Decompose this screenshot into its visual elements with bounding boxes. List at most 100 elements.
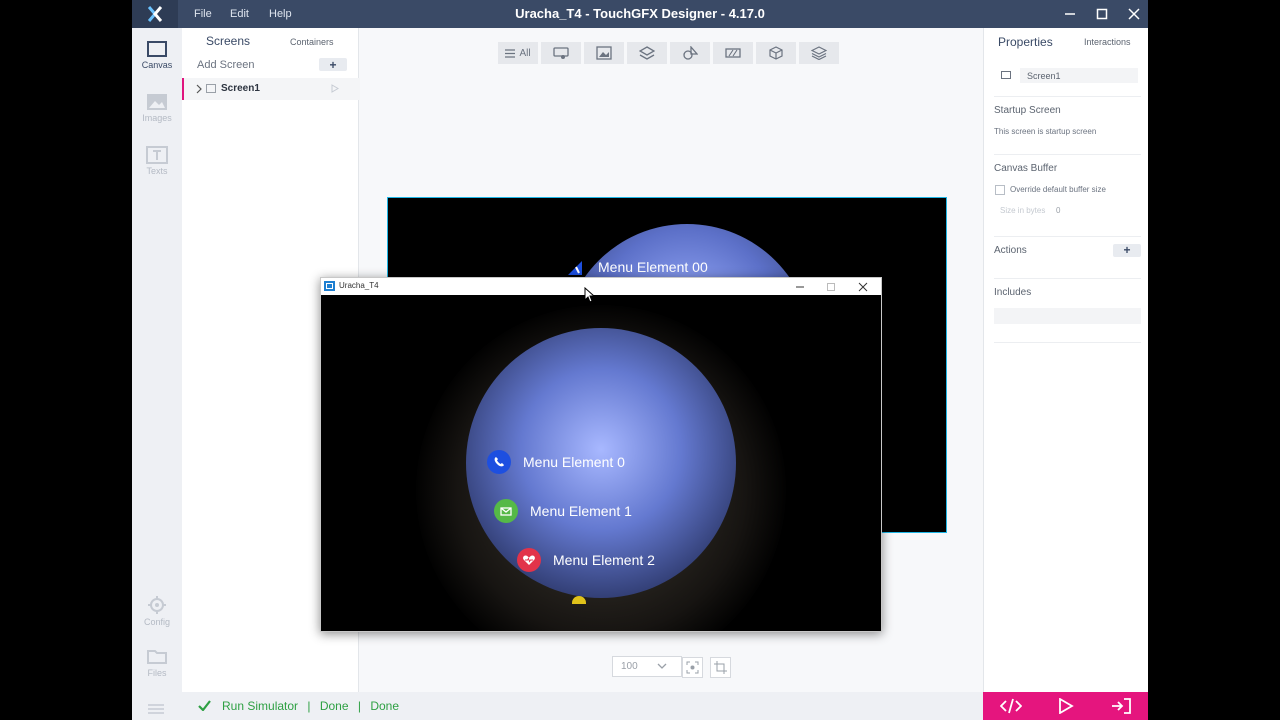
run-target-button[interactable] [1093,692,1148,720]
screen-icon [206,84,216,93]
tab-properties[interactable]: Properties [998,35,1053,49]
chevron-right-icon[interactable] [195,84,203,94]
screen-name-value: Screen1 [1027,71,1061,81]
generate-code-button[interactable] [983,692,1038,720]
sim-close-button[interactable] [847,278,879,295]
list-icon [505,48,516,58]
toolbar-button[interactable] [541,42,581,64]
close-button[interactable] [1118,0,1148,28]
maximize-icon [1096,8,1108,20]
text-icon [146,146,168,164]
toolbar-button[interactable] [584,42,624,64]
sim-minimize-button[interactable] [784,278,816,295]
size-in-bytes-label: Size in bytes [1000,206,1046,215]
override-buffer-label: Override default buffer size [1010,185,1106,194]
left-rail: Canvas Images Texts Config Files [132,28,183,720]
divider [994,278,1141,279]
shapes-widget-icon [683,46,698,60]
rail-item-images[interactable]: Images [132,85,182,133]
simulator-display[interactable]: Menu Element 0 Menu Element 1 Menu Eleme… [321,295,881,631]
code-icon [999,698,1022,714]
rail-item-config[interactable]: Config [132,587,182,635]
image-icon [147,94,167,110]
play-icon[interactable] [331,84,339,93]
mouse-cursor-icon [584,287,596,303]
screen-icon [1001,71,1011,79]
chevron-down-icon [657,663,667,669]
3d-widget-icon [769,46,783,60]
menu-element-label: Menu Element 1 [530,503,632,519]
rail-label: Canvas [141,60,173,70]
status-text: Run Simulator | Done | Done [222,692,399,720]
divider [994,96,1141,97]
screen-name-input[interactable]: Screen1 [1020,68,1138,83]
tab-screens[interactable]: Screens [206,34,250,48]
zoom-select[interactable]: 100 [612,656,682,677]
tab-containers[interactable]: Containers [290,37,334,47]
status-separator: | [357,699,361,713]
add-screen-label: Add Screen [197,59,255,71]
hamburger-icon[interactable] [147,702,165,720]
gear-icon [148,596,166,614]
folder-icon [147,650,167,664]
includes-title: Includes [994,287,1032,298]
status-done-1: Done [319,699,349,713]
focus-icon [686,661,699,674]
includes-field[interactable] [994,308,1141,324]
container-widget-icon [639,46,655,60]
rail-label: Config [143,617,170,627]
toolbar-button[interactable] [799,42,839,64]
menu-element-label: Menu Element 2 [553,552,655,568]
menu-help[interactable]: Help [269,0,292,28]
rail-label: Files [147,668,167,678]
menu-element-2[interactable]: Menu Element 2 [517,547,655,573]
startup-screen-title: Startup Screen [994,105,1061,116]
crop-button[interactable] [710,657,731,678]
app-icon [324,281,335,291]
maximize-button[interactable] [1086,0,1118,28]
toolbar-button[interactable] [756,42,796,64]
layers-widget-icon [811,46,827,60]
simulator-window[interactable]: Uracha_T4 Menu Element 0 Menu Element 1 … [320,277,882,632]
toolbar-button[interactable] [713,42,753,64]
tab-interactions[interactable]: Interactions [1084,37,1131,47]
toolbar-button[interactable] [627,42,667,64]
rail-label: Texts [146,166,168,176]
heart-icon [517,548,541,572]
menu-element-1[interactable]: Menu Element 1 [494,498,632,524]
button-widget-icon [553,47,569,59]
image-widget-icon [596,46,612,60]
toolbar-button[interactable] [670,42,710,64]
filter-all-button[interactable]: All [498,42,538,64]
canvas-icon [147,41,167,57]
status-bar: Run Simulator | Done | Done [182,692,983,720]
menu-file[interactable]: File [194,0,212,28]
rail-item-files[interactable]: Files [132,638,182,686]
actions-title: Actions [994,245,1027,256]
sim-maximize-button[interactable] [815,278,847,295]
progress-widget-icon [725,48,741,58]
menu-edit[interactable]: Edit [230,0,249,28]
add-screen-button[interactable]: + [319,58,347,72]
touchgfx-logo-icon [132,0,178,28]
status-done-2: Done [370,699,400,713]
phone-icon [568,261,582,275]
action-bar [983,692,1148,720]
status-separator: | [307,699,311,713]
run-on-target-icon [1111,698,1131,714]
divider [994,342,1141,343]
simulator-title-bar[interactable]: Uracha_T4 [321,278,881,295]
properties-panel: Properties Interactions Screen1 Startup … [983,28,1148,692]
run-simulator-button[interactable] [1038,692,1093,720]
menu-element-0[interactable]: Menu Element 0 [487,449,625,475]
run-simulator-status: Run Simulator [222,699,299,713]
add-action-button[interactable]: + [1113,244,1141,257]
fit-screen-button[interactable] [682,657,703,678]
next-menu-icon-partial [572,596,586,604]
override-buffer-checkbox[interactable] [995,185,1005,195]
minimize-button[interactable] [1054,0,1086,28]
rail-item-texts[interactable]: Texts [132,138,182,186]
screen-list-item[interactable]: Screen1 [182,78,360,100]
rail-item-canvas[interactable]: Canvas [132,32,182,80]
size-in-bytes-value: 0 [1056,206,1061,215]
